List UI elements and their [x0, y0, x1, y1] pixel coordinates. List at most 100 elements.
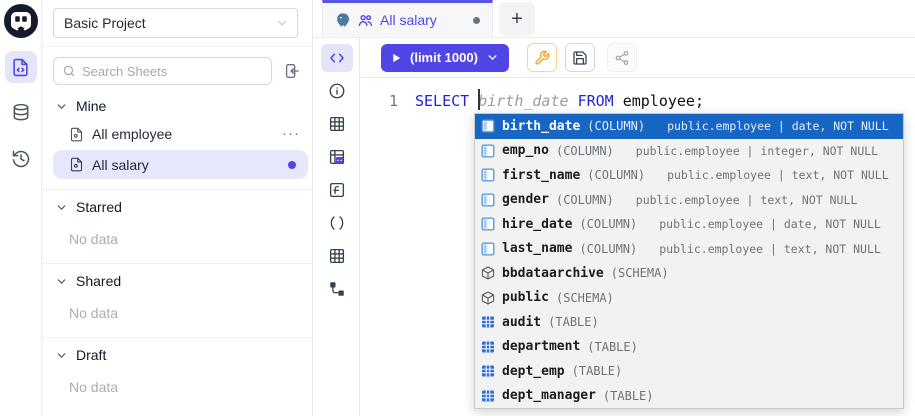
- format-sql-button[interactable]: [527, 43, 557, 72]
- sheet-search-input[interactable]: [82, 64, 263, 79]
- sheet-item-menu-button[interactable]: ···: [282, 129, 300, 139]
- suggestion-name: last_name: [502, 241, 572, 256]
- nav-sheets-button[interactable]: [5, 51, 37, 83]
- sheet-item-all-salary[interactable]: All salary: [53, 150, 308, 179]
- table-icon: [481, 315, 495, 329]
- ghost-suggestion-text: birth_date: [478, 92, 568, 110]
- autocomplete-item[interactable]: birth_date (COLUMN) public.employee | da…: [475, 114, 903, 139]
- file-code-icon: [69, 127, 84, 142]
- tab-label: All salary: [380, 12, 437, 28]
- chevron-down-icon: [55, 100, 68, 113]
- autocomplete-item[interactable]: hire_date (COLUMN) public.employee | dat…: [475, 212, 903, 237]
- save-sheet-button[interactable]: [565, 43, 595, 72]
- import-sheet-button[interactable]: [280, 59, 304, 83]
- autocomplete-popup: birth_date (COLUMN) public.employee | da…: [474, 113, 904, 409]
- sql-keyword: SELECT: [415, 92, 469, 110]
- bytebase-logo[interactable]: [3, 3, 39, 39]
- play-icon: [391, 52, 402, 64]
- section-shared: Shared No data: [43, 264, 312, 338]
- code-icon: [328, 49, 346, 67]
- function-square-icon: [328, 181, 346, 199]
- nav-databases-button[interactable]: [5, 97, 37, 129]
- chevron-down-icon: [55, 275, 68, 288]
- database-icon: [11, 103, 31, 123]
- section-starred-header[interactable]: Starred: [43, 190, 312, 221]
- new-tab-button[interactable]: +: [499, 2, 535, 36]
- strip-brackets-button[interactable]: [321, 209, 353, 237]
- autocomplete-item[interactable]: emp_no (COLUMN) public.employee | intege…: [475, 139, 903, 164]
- suggestion-name: emp_no: [502, 143, 549, 158]
- suggestion-detail: public.employee | integer, NOT NULL: [636, 144, 878, 158]
- strip-table-button[interactable]: [321, 110, 353, 138]
- suggestion-name: public: [502, 290, 549, 305]
- suggestion-detail: public.employee | date, NOT NULL: [659, 217, 881, 231]
- autocomplete-item[interactable]: public (SCHEMA): [475, 286, 903, 311]
- suggestion-kind: (COLUMN): [579, 242, 637, 256]
- sql-code-editor[interactable]: 1 SELECT birth_date FROM employee; birth…: [361, 78, 915, 416]
- section-draft-header[interactable]: Draft: [43, 338, 312, 369]
- sql-editor-window: Basic Project: [0, 0, 915, 416]
- project-select[interactable]: Basic Project: [53, 8, 298, 38]
- empty-state-text: No data: [43, 221, 312, 257]
- autocomplete-item[interactable]: gender (COLUMN) public.employee | text, …: [475, 188, 903, 213]
- chevron-down-icon[interactable]: [486, 51, 499, 64]
- autocomplete-item[interactable]: dept_emp (TABLE): [475, 359, 903, 384]
- section-label: Shared: [76, 273, 121, 289]
- nav-history-button[interactable]: [5, 143, 37, 175]
- section-mine-header[interactable]: Mine: [43, 89, 312, 120]
- sheet-search-box: [53, 57, 272, 85]
- column-icon: [481, 119, 495, 133]
- run-query-button[interactable]: (limit 1000): [381, 44, 509, 72]
- tab-bar: All salary +: [314, 0, 915, 38]
- suggestion-kind: (TABLE): [587, 340, 638, 354]
- autocomplete-item[interactable]: bbdataarchive (SCHEMA): [475, 261, 903, 286]
- autocomplete-item[interactable]: department (TABLE): [475, 335, 903, 360]
- share-sheet-button[interactable]: [607, 43, 637, 72]
- empty-state-text: No data: [43, 295, 312, 331]
- column-icon: [481, 217, 495, 231]
- unsaved-dot-indicator: [288, 161, 296, 169]
- autocomplete-item[interactable]: audit (TABLE): [475, 310, 903, 335]
- chevron-down-icon: [275, 16, 289, 30]
- empty-state-text: No data: [43, 369, 312, 405]
- section-label: Draft: [76, 347, 106, 363]
- sql-identifier: employee;: [623, 92, 704, 110]
- strip-function-button[interactable]: [321, 176, 353, 204]
- sheet-item-all-employee[interactable]: All employee ···: [43, 120, 312, 148]
- editor-toolbar: (limit 1000): [361, 38, 915, 78]
- text-cursor: [478, 89, 480, 110]
- strip-table-detail-button[interactable]: [321, 143, 353, 171]
- postgresql-icon: [335, 12, 351, 28]
- chevron-down-icon: [55, 349, 68, 362]
- suggestion-kind: (TABLE): [603, 389, 654, 403]
- suggestion-name: hire_date: [502, 217, 572, 232]
- autocomplete-item[interactable]: last_name (COLUMN) public.employee | tex…: [475, 237, 903, 262]
- sheet-tree: Mine All employee ··· All salary Starred: [43, 89, 312, 416]
- table-sparkle-icon: [328, 148, 346, 166]
- strip-info-button[interactable]: [321, 77, 353, 105]
- info-icon: [328, 82, 346, 100]
- section-shared-header[interactable]: Shared: [43, 264, 312, 295]
- autocomplete-item[interactable]: dept_manager (TABLE): [475, 384, 903, 409]
- suggestion-kind: (COLUMN): [587, 119, 645, 133]
- suggestion-detail: public.employee | date, NOT NULL: [667, 119, 889, 133]
- strip-schema-diagram-button[interactable]: [321, 275, 353, 303]
- file-code-icon: [69, 157, 84, 172]
- table-icon: [328, 247, 346, 265]
- tab-all-salary[interactable]: All salary: [322, 0, 493, 37]
- autocomplete-item[interactable]: first_name (COLUMN) public.employee | te…: [475, 163, 903, 188]
- sheet-sidebar: Basic Project: [43, 0, 313, 416]
- app-rail: [0, 0, 42, 416]
- parentheses-icon: [328, 214, 346, 232]
- project-select-row: Basic Project: [43, 0, 312, 47]
- suggestion-kind: (COLUMN): [556, 144, 614, 158]
- suggestion-name: bbdataarchive: [502, 266, 604, 281]
- wrench-icon: [534, 50, 550, 66]
- section-mine: Mine All employee ··· All salary: [43, 89, 312, 190]
- suggestion-name: dept_manager: [502, 388, 596, 403]
- strip-sheet-table-button[interactable]: [321, 242, 353, 270]
- schema-icon: [481, 266, 495, 280]
- suggestion-detail: public.employee | text, NOT NULL: [667, 168, 889, 182]
- section-label: Starred: [76, 199, 122, 215]
- strip-code-button[interactable]: [321, 44, 353, 72]
